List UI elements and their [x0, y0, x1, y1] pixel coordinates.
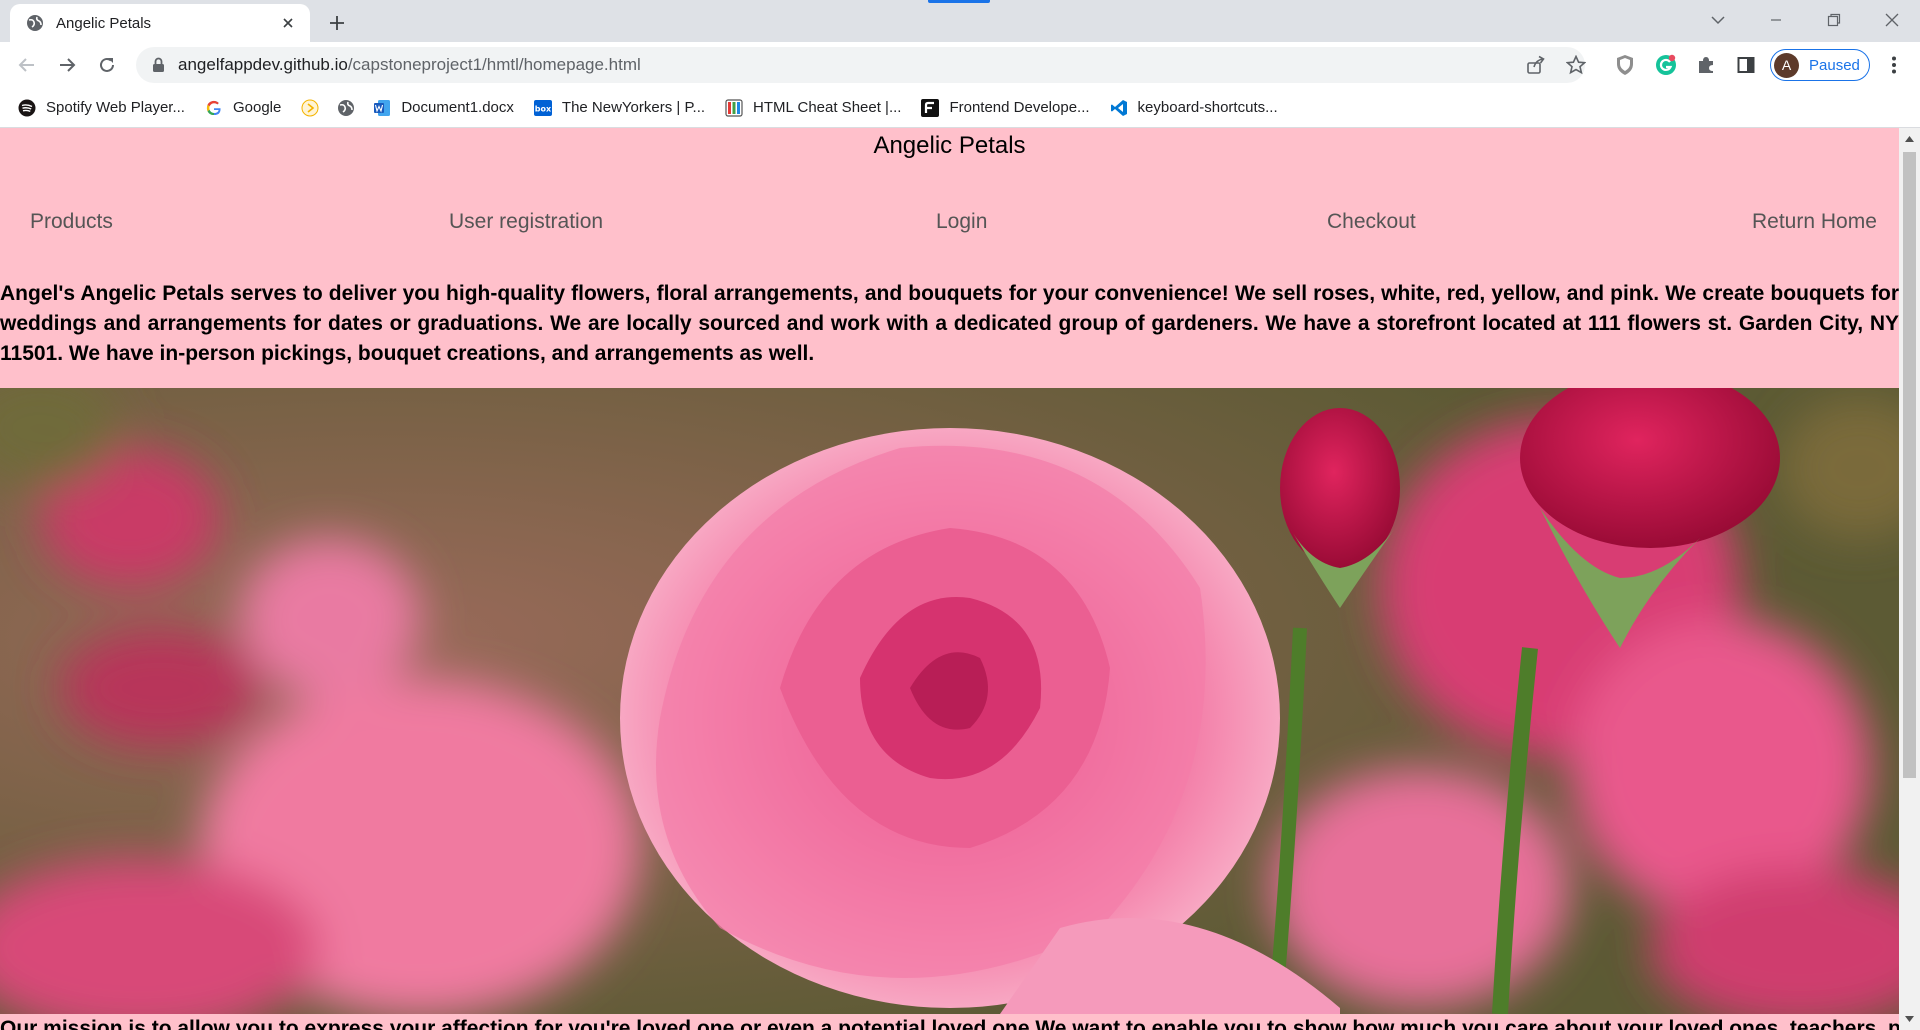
svg-text:box: box: [535, 104, 552, 113]
tab-strip: Angelic Petals: [0, 0, 1920, 42]
bookmark-app-icon: [301, 99, 319, 117]
nav-checkout-link[interactable]: Checkout: [1327, 210, 1416, 234]
intro-paragraph: Angel's Angelic Petals serves to deliver…: [0, 282, 1899, 365]
forward-icon[interactable]: [51, 49, 83, 81]
avatar: A: [1774, 52, 1799, 78]
bookmark-label: Spotify Web Player...: [46, 99, 185, 116]
back-icon[interactable]: [11, 49, 43, 81]
mission-paragraph: Our mission is to allow you to express y…: [0, 1017, 1899, 1030]
menu-kebab-icon[interactable]: [1884, 54, 1904, 76]
minimize-icon[interactable]: [1752, 0, 1800, 40]
globe-icon: [26, 14, 44, 32]
grammarly-icon[interactable]: [1655, 54, 1677, 76]
scroll-up-arrow-icon[interactable]: [1899, 132, 1920, 146]
bookmark-label: keyboard-shortcuts...: [1137, 99, 1278, 116]
bookmark-app[interactable]: [301, 99, 319, 117]
bookmark-frontend[interactable]: Frontend Develope...: [921, 98, 1090, 117]
lock-icon[interactable]: [150, 57, 166, 73]
address-bar[interactable]: angelfappdev.github.io/capstoneproject1/…: [136, 47, 1585, 83]
page-title: Angelic Petals: [873, 132, 1026, 159]
side-panel-icon[interactable]: [1735, 54, 1757, 76]
bookmark-spotify[interactable]: Spotify Web Player...: [18, 99, 185, 117]
profile-status: Paused: [1809, 56, 1860, 74]
tab-search-icon[interactable]: [1694, 0, 1742, 40]
new-tab-button[interactable]: [322, 8, 352, 38]
nav-user-registration-link[interactable]: User registration: [449, 210, 603, 234]
bookmark-label: Google: [232, 99, 282, 116]
bookmark-google[interactable]: Google: [205, 99, 281, 117]
browser-tab[interactable]: Angelic Petals: [10, 4, 310, 42]
nav-products-link[interactable]: Products: [30, 210, 113, 234]
url-host: angelfappdev.github.io: [178, 55, 348, 74]
tab-title: Angelic Petals: [56, 14, 152, 32]
page-scrollbar[interactable]: [1899, 128, 1920, 1030]
bookmark-star-icon[interactable]: [1566, 55, 1586, 75]
spotify-icon: [18, 99, 36, 117]
nav-return-home-link[interactable]: Return Home: [1752, 210, 1877, 234]
bookmark-keyboard-shortcuts[interactable]: keyboard-shortcuts...: [1110, 99, 1278, 117]
share-icon[interactable]: [1526, 55, 1546, 75]
scrollbar-thumb[interactable]: [1903, 152, 1916, 778]
site-nav: Products User registration Login Checkou…: [0, 210, 1899, 240]
nav-login-link[interactable]: Login: [936, 210, 987, 234]
bookmark-label: The NewYorkers | P...: [561, 99, 706, 116]
bookmark-label: Document1.docx: [401, 99, 514, 116]
box-icon: box: [533, 99, 552, 117]
cheatsheet-icon: [725, 98, 743, 117]
close-window-icon[interactable]: [1868, 0, 1916, 40]
frontend-icon: [921, 98, 940, 117]
restore-icon[interactable]: [1810, 0, 1858, 40]
bookmark-document[interactable]: Document1.docx: [373, 99, 514, 117]
close-icon[interactable]: [278, 13, 298, 33]
shield-extension-icon[interactable]: [1614, 54, 1636, 76]
bookmark-globe[interactable]: [337, 99, 355, 117]
rose-hero-image: [0, 388, 1899, 1014]
bookmarks-bar: Spotify Web Player... Google Document1.d…: [0, 88, 1920, 128]
browser-toolbar: angelfappdev.github.io/capstoneproject1/…: [0, 42, 1920, 88]
bookmark-newyorkers[interactable]: box The NewYorkers | P...: [533, 99, 706, 117]
extensions-puzzle-icon[interactable]: [1695, 54, 1717, 76]
profile-button[interactable]: A Paused: [1770, 49, 1870, 81]
url-path: /capstoneproject1/hmtl/homepage.html: [347, 55, 641, 74]
word-icon: [373, 99, 391, 117]
bookmark-html-cheatsheet[interactable]: HTML Cheat Sheet |...: [725, 98, 902, 117]
vscode-icon: [1110, 99, 1128, 117]
google-icon: [205, 99, 223, 117]
tab-indicator: [928, 0, 990, 3]
page-viewport: Angelic Petals Products User registratio…: [0, 128, 1899, 1030]
bookmark-label: HTML Cheat Sheet |...: [753, 99, 902, 116]
bookmark-label: Frontend Develope...: [949, 99, 1090, 116]
reload-icon[interactable]: [91, 49, 123, 81]
globe-icon: [337, 99, 355, 117]
scroll-down-arrow-icon[interactable]: [1899, 1012, 1920, 1026]
